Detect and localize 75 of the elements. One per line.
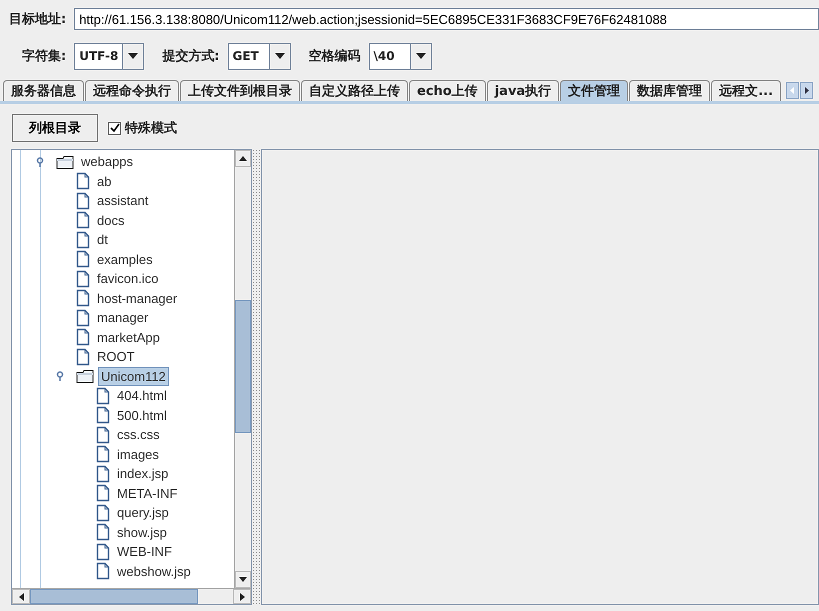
file-icon xyxy=(76,172,90,190)
file-icon xyxy=(96,542,110,561)
url-field[interactable]: http://61.156.3.138:8080/Unicom112/web.action;jsessionid=5EC6895CE331F3683CF9E76F62481088 xyxy=(74,8,819,30)
dropdown[interactable]: \40 xyxy=(368,42,432,70)
tree-item[interactable]: 500.html xyxy=(114,406,170,425)
tab[interactable]: java执行 xyxy=(486,80,560,101)
file-icon xyxy=(76,289,90,308)
tree-item[interactable]: index.jsp xyxy=(114,464,172,484)
caret-icon xyxy=(416,53,426,59)
scroll-right-icon[interactable] xyxy=(800,82,814,98)
checkmark-icon xyxy=(110,123,120,133)
list-root-button[interactable]: 列根目录 xyxy=(12,114,98,142)
tree-item[interactable]: Unicom112 xyxy=(98,366,169,386)
option-label: 提交方式: xyxy=(162,48,220,65)
caret-icon xyxy=(128,53,138,59)
file-icon xyxy=(76,308,90,327)
folder-icon xyxy=(76,369,94,384)
file-icon xyxy=(96,445,110,464)
tree-item[interactable]: css.css xyxy=(114,425,163,444)
file-icon xyxy=(96,484,110,502)
vertical-scrollbar[interactable] xyxy=(234,150,251,588)
option-label: 字符集: xyxy=(22,48,66,65)
tab[interactable]: 服务器信息 xyxy=(3,80,84,101)
tree-item[interactable]: marketApp xyxy=(94,328,163,347)
tab[interactable]: 文件管理 xyxy=(560,80,628,101)
target-label: 目标地址: xyxy=(9,11,66,28)
tree-item[interactable]: 404.html xyxy=(114,386,170,406)
horizontal-scrollbar[interactable] xyxy=(12,588,251,604)
file-icon xyxy=(96,426,110,444)
tree-item[interactable]: host-manager xyxy=(94,288,180,308)
file-icon xyxy=(96,386,110,405)
dropdown[interactable]: GET xyxy=(228,42,290,70)
file-icon xyxy=(96,504,110,522)
tab[interactable]: 上传文件到根目录 xyxy=(180,80,300,101)
tab[interactable]: echo上传 xyxy=(409,80,486,101)
scroll-left-icon[interactable] xyxy=(18,592,24,600)
tree-item[interactable]: WEB-INF xyxy=(114,542,175,562)
dropdown[interactable]: UTF-8 xyxy=(74,42,144,70)
file-icon xyxy=(76,270,90,288)
tab[interactable]: 数据库管理 xyxy=(629,80,710,101)
tab[interactable]: 远程命令执行 xyxy=(85,80,179,101)
folder-icon xyxy=(56,154,74,169)
tab[interactable]: 远程文... xyxy=(711,80,782,101)
file-icon xyxy=(96,523,110,542)
scroll-up-icon[interactable] xyxy=(239,156,247,161)
tree-item[interactable]: META-INF xyxy=(114,484,180,503)
file-icon xyxy=(76,328,90,346)
file-icon xyxy=(96,406,110,424)
file-icon xyxy=(76,230,90,249)
tree-item[interactable]: docs xyxy=(94,210,128,230)
file-icon xyxy=(76,192,90,210)
scroll-right-icon[interactable] xyxy=(240,592,244,600)
scroll-down-icon[interactable] xyxy=(239,577,247,582)
option-label: 空格编码 xyxy=(308,48,360,65)
tab[interactable]: 自定义路径上传 xyxy=(301,80,408,101)
tree-item[interactable]: ab xyxy=(94,172,114,191)
tree-item[interactable]: manager xyxy=(94,308,152,328)
file-icon xyxy=(76,348,90,366)
file-icon xyxy=(76,250,90,268)
tree-item[interactable]: assistant xyxy=(94,191,152,210)
tree-item[interactable]: show.jsp xyxy=(114,522,170,542)
file-icon xyxy=(76,211,90,230)
tree-item[interactable]: images xyxy=(114,444,162,464)
tree-item[interactable]: dt xyxy=(94,230,111,250)
special-mode-checkbox[interactable]: 特殊模式 xyxy=(108,119,177,137)
tree-item[interactable]: examples xyxy=(94,250,156,269)
tree-item[interactable]: favicon.ico xyxy=(94,269,162,288)
tree-item[interactable]: query.jsp xyxy=(114,503,172,522)
tree-item[interactable]: webshow.jsp xyxy=(114,562,194,581)
caret-icon xyxy=(274,53,284,59)
file-icon xyxy=(96,562,110,580)
splitter[interactable] xyxy=(252,149,261,605)
tree-item[interactable]: ROOT xyxy=(94,347,138,366)
file-icon xyxy=(96,464,110,483)
tree-item[interactable]: webapps xyxy=(78,152,136,172)
